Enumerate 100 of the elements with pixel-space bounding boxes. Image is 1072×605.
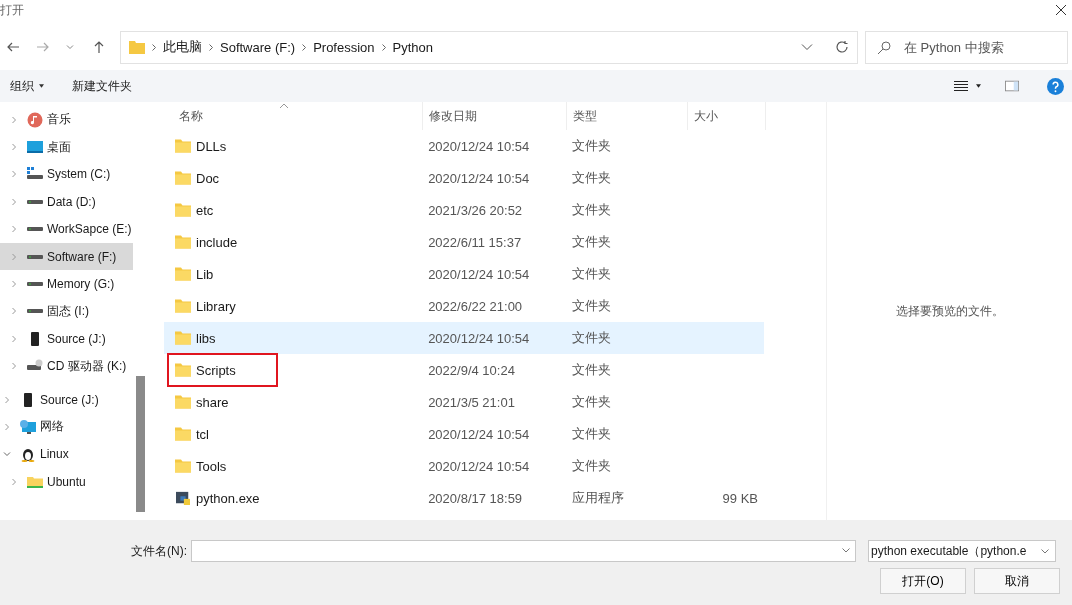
file-row[interactable]: tcl 2020/12/24 10:54 文件夹 (164, 418, 764, 450)
column-header[interactable]: 类型 (567, 102, 688, 130)
address-bar[interactable]: 此电脑 Software (F:) Profession Python (120, 30, 858, 64)
refresh-icon[interactable] (835, 40, 849, 54)
nav-item[interactable]: 桌面 (0, 133, 133, 161)
view-dropdown-icon[interactable] (976, 84, 981, 88)
open-button[interactable]: 打开(O) (880, 568, 966, 594)
organize-menu-button[interactable]: 组织 (4, 73, 51, 99)
expand-chevron-icon[interactable] (10, 170, 18, 179)
nav-item[interactable]: WorkSapce (E:) (0, 215, 133, 243)
nav-item[interactable]: Software (F:) (0, 242, 133, 271)
back-arrow-icon[interactable] (6, 40, 20, 54)
file-name: Tools (196, 458, 227, 474)
expand-chevron-icon[interactable] (10, 280, 18, 289)
file-name: etc (196, 202, 214, 218)
folder-icon (175, 363, 191, 377)
expand-chevron-icon[interactable] (10, 225, 18, 234)
breadcrumb-item[interactable]: Python (392, 39, 434, 55)
nav-item[interactable]: Data (D:) (0, 188, 133, 216)
collapse-chevron-icon[interactable] (3, 450, 11, 459)
nav-item[interactable]: System (C:) (0, 160, 133, 189)
expand-chevron-icon[interactable] (10, 115, 18, 124)
nav-item[interactable]: 音乐 (0, 106, 133, 134)
type-cell-text: 文件夹 (570, 233, 612, 251)
type-cell-text: 文件夹 (570, 137, 612, 155)
column-header[interactable]: 名称 (164, 102, 423, 130)
search-icon (877, 40, 891, 55)
expand-chevron-icon[interactable] (3, 423, 11, 431)
expand-chevron-icon[interactable] (3, 395, 11, 404)
expand-chevron-icon[interactable] (10, 362, 18, 371)
breadcrumb-item[interactable]: Profession (313, 39, 375, 55)
python-file-icon (175, 491, 191, 505)
type-cell-text: 文件夹 (570, 297, 612, 315)
filename-field[interactable] (191, 540, 856, 562)
file-row[interactable]: share 2021/3/5 21:01 文件夹 (164, 386, 764, 418)
nav-item[interactable]: 固态 (I:) (0, 297, 133, 326)
filename-label: 文件名(N): (131, 542, 187, 560)
date-cell-text: 2020/12/24 10:54 (427, 330, 531, 346)
scrollbar-thumb[interactable] (136, 376, 145, 512)
expand-chevron-icon[interactable] (10, 307, 18, 316)
type-cell-text: 文件夹 (570, 425, 612, 443)
expand-chevron-icon[interactable] (10, 477, 18, 486)
file-row[interactable]: Lib 2020/12/24 10:54 文件夹 (164, 258, 764, 290)
folder-icon (175, 427, 191, 441)
file-row[interactable]: libs 2020/12/24 10:54 文件夹 (164, 322, 764, 354)
preview-pane-icon[interactable] (1005, 80, 1019, 92)
type-cell-text: 文件夹 (570, 329, 612, 347)
nav-item[interactable]: Memory (G:) (0, 270, 133, 298)
help-icon[interactable] (1047, 77, 1064, 95)
breadcrumb-item[interactable]: Software (F:) (220, 39, 296, 55)
folder-icon (175, 171, 191, 185)
recent-dropdown-icon[interactable] (66, 43, 74, 51)
chevron-right-icon[interactable] (152, 43, 156, 51)
chevron-right-icon[interactable] (302, 43, 307, 51)
nav-item[interactable]: Linux (0, 440, 133, 469)
folder-icon (175, 267, 191, 281)
date-cell-text: 2020/8/17 18:59 (427, 490, 524, 506)
chevron-right-icon[interactable] (381, 43, 386, 51)
file-name: include (196, 234, 238, 250)
expand-chevron-icon[interactable] (10, 197, 18, 206)
expand-chevron-icon[interactable] (10, 143, 18, 152)
folder-icon (175, 395, 191, 409)
breadcrumb-item[interactable]: 此电脑 (163, 38, 202, 56)
file-type-dropdown[interactable]: python executable（python.e (868, 540, 1056, 562)
file-row[interactable]: Library 2022/6/22 21:00 文件夹 (164, 290, 764, 322)
nav-item[interactable]: CD 驱动器 (K:) (0, 352, 133, 380)
drive-icon (27, 199, 43, 204)
type-cell-text: 文件夹 (570, 457, 612, 475)
drive-icon (27, 282, 43, 287)
forward-arrow-icon[interactable] (36, 40, 50, 54)
column-header[interactable]: 大小 (688, 102, 766, 130)
expand-chevron-icon[interactable] (10, 334, 18, 343)
up-arrow-icon[interactable] (92, 40, 106, 54)
network-icon (20, 419, 36, 435)
file-row[interactable]: Doc 2020/12/24 10:54 文件夹 (164, 162, 764, 194)
file-row[interactable]: Scripts 2022/9/4 10:24 文件夹 (164, 354, 764, 386)
nav-item[interactable]: Source (J:) (0, 385, 133, 414)
file-row[interactable]: include 2022/6/11 15:37 文件夹 (164, 226, 764, 258)
folder-icon (129, 40, 145, 54)
new-folder-button[interactable]: 新建文件夹 (66, 73, 139, 99)
file-row[interactable]: etc 2021/3/26 20:52 文件夹 (164, 194, 764, 226)
file-row[interactable]: python.exe 2020/8/17 18:59 应用程序 99 KB (164, 482, 764, 514)
close-icon[interactable] (1055, 4, 1067, 16)
nav-item[interactable]: 网络 (0, 413, 133, 441)
file-row[interactable]: DLLs 2020/12/24 10:54 文件夹 (164, 130, 764, 162)
date-cell-text: 2022/6/22 21:00 (427, 298, 524, 314)
date-cell-text: 2020/12/24 10:54 (427, 170, 531, 186)
file-name: libs (196, 330, 216, 346)
type-cell-text: 文件夹 (570, 201, 612, 219)
view-list-icon[interactable] (954, 80, 968, 92)
cancel-button[interactable]: 取消 (974, 568, 1060, 594)
nav-item[interactable]: Ubuntu (0, 468, 133, 496)
column-header[interactable]: 修改日期 (423, 102, 567, 130)
search-field[interactable]: 在 Python 中搜索 (865, 30, 1068, 64)
nav-item[interactable]: Source (J:) (0, 325, 133, 353)
expand-chevron-icon[interactable] (10, 252, 18, 261)
file-row[interactable]: Tools 2020/12/24 10:54 文件夹 (164, 450, 764, 482)
folder-icon (175, 235, 191, 249)
chevron-right-icon[interactable] (209, 43, 213, 51)
dropdown-chevron-icon[interactable] (801, 43, 813, 51)
